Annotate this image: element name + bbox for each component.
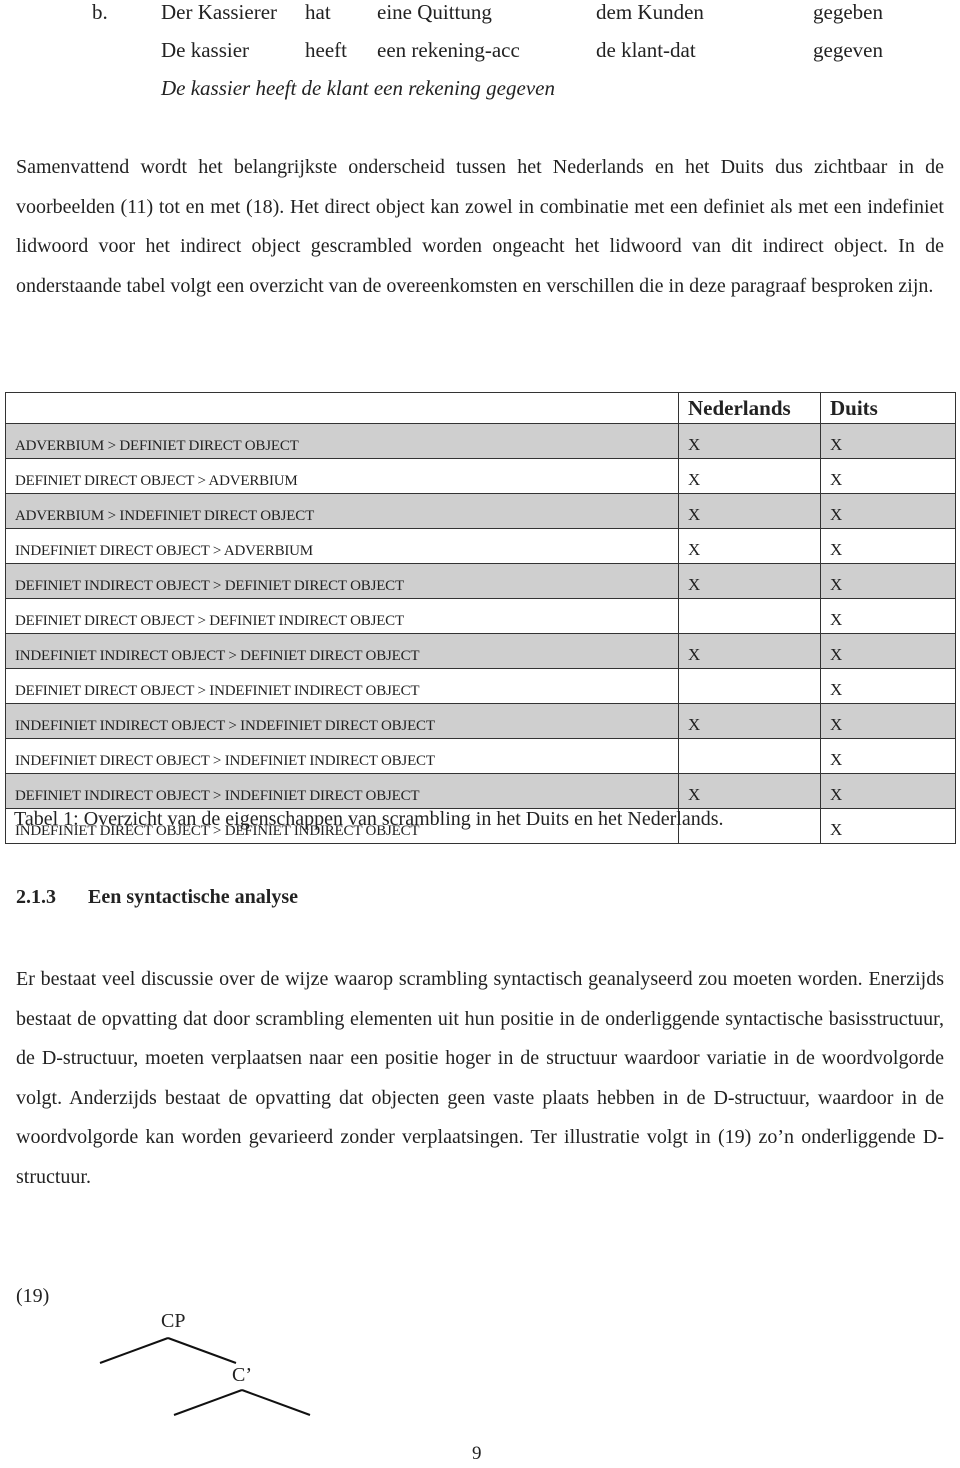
header-cell-duits: Duits bbox=[820, 392, 956, 424]
gloss-word: gegeben bbox=[813, 0, 883, 24]
paragraph-analysis: Er bestaat veel discussie over de wijze … bbox=[16, 968, 944, 1188]
duits-cell: X bbox=[820, 493, 956, 529]
row-label-cell: DEFINIET INDIRECT OBJECT > DEFINIET DIRE… bbox=[5, 563, 679, 599]
nederlands-cell: X bbox=[678, 773, 821, 809]
table-row: INDEFINIET DIRECT OBJECT > ADVERBIUM X X bbox=[5, 528, 956, 564]
row-label-cell: INDEFINIET DIRECT OBJECT > ADVERBIUM bbox=[5, 528, 679, 564]
table-header-row: Nederlands Duits bbox=[5, 392, 956, 424]
row-label-cell: INDEFINIET DIRECT OBJECT > INDEFINIET IN… bbox=[5, 738, 679, 774]
duits-cell: X bbox=[820, 703, 956, 739]
row-label-cell: INDEFINIET INDIRECT OBJECT > DEFINIET DI… bbox=[5, 633, 679, 669]
nederlands-cell: X bbox=[678, 563, 821, 599]
table-row: DEFINIET DIRECT OBJECT > INDEFINIET INDI… bbox=[5, 668, 956, 704]
nederlands-cell: X bbox=[678, 633, 821, 669]
nederlands-cell bbox=[678, 668, 821, 704]
tree-branch-cp-left bbox=[99, 1337, 169, 1364]
table-row: INDEFINIET INDIRECT OBJECT > INDEFINIET … bbox=[5, 703, 956, 739]
tree-branch-cp-right bbox=[167, 1337, 237, 1364]
gloss-word: een rekening-acc bbox=[377, 38, 520, 62]
row-label-cell: ADVERBIUM > DEFINIET DIRECT OBJECT bbox=[5, 423, 679, 459]
example-b-german-line: b. Der Kassierer hat eine Quittung dem K… bbox=[0, 0, 960, 30]
gloss-word: eine Quittung bbox=[377, 0, 492, 24]
nederlands-cell bbox=[678, 598, 821, 634]
tree-branch-cbar-right bbox=[241, 1389, 311, 1416]
example-b-translation: De kassier heeft de klant een rekening g… bbox=[0, 76, 960, 106]
paragraph-summary: Samenvattend wordt het belangrijkste ond… bbox=[16, 156, 944, 297]
nederlands-cell bbox=[678, 738, 821, 774]
table-row: INDEFINIET DIRECT OBJECT > INDEFINIET IN… bbox=[5, 738, 956, 774]
section-number: 2.1.3 bbox=[16, 886, 56, 908]
table-row: DEFINIET INDIRECT OBJECT > INDEFINIET DI… bbox=[5, 773, 956, 809]
gloss-word: Der Kassierer bbox=[161, 0, 278, 24]
table-caption: Tabel 1: Overzicht van de eigenschappen … bbox=[14, 808, 724, 830]
duits-cell: X bbox=[820, 423, 956, 459]
nederlands-cell: X bbox=[678, 493, 821, 529]
gloss-word: heeft bbox=[305, 38, 347, 62]
example-b-dutch-line: De kassier heeft een rekening-acc de kla… bbox=[0, 38, 960, 68]
section-title: Een syntactische analyse bbox=[88, 886, 298, 908]
page-number: 9 bbox=[472, 1443, 482, 1464]
duits-cell: X bbox=[820, 773, 956, 809]
duits-cell: X bbox=[820, 808, 956, 844]
example-marker: b. bbox=[92, 0, 108, 24]
section-heading: 2.1.3 Een syntactische analyse bbox=[16, 886, 298, 909]
gloss-word: dem Kunden bbox=[596, 0, 704, 24]
duits-cell: X bbox=[820, 563, 956, 599]
gloss-word: de klant-dat bbox=[596, 38, 696, 62]
gloss-word: gegeven bbox=[813, 38, 883, 62]
row-label-cell: DEFINIET DIRECT OBJECT > ADVERBIUM bbox=[5, 458, 679, 494]
duits-cell: X bbox=[820, 458, 956, 494]
table-row: DEFINIET DIRECT OBJECT > ADVERBIUM X X bbox=[5, 458, 956, 494]
comparison-table: Nederlands Duits ADVERBIUM > DEFINIET DI… bbox=[5, 392, 956, 844]
table-row: ADVERBIUM > INDEFINIET DIRECT OBJECT X X bbox=[5, 493, 956, 529]
header-cell-empty bbox=[5, 392, 679, 424]
nederlands-cell: X bbox=[678, 703, 821, 739]
row-label-cell: INDEFINIET INDIRECT OBJECT > INDEFINIET … bbox=[5, 703, 679, 739]
row-label-cell: DEFINIET DIRECT OBJECT > INDEFINIET INDI… bbox=[5, 668, 679, 704]
duits-cell: X bbox=[820, 668, 956, 704]
table-row: DEFINIET INDIRECT OBJECT > DEFINIET DIRE… bbox=[5, 563, 956, 599]
gloss-word: De kassier bbox=[161, 38, 250, 62]
row-label-cell: DEFINIET INDIRECT OBJECT > INDEFINIET DI… bbox=[5, 773, 679, 809]
header-cell-nederlands: Nederlands bbox=[678, 392, 821, 424]
row-label-cell: ADVERBIUM > INDEFINIET DIRECT OBJECT bbox=[5, 493, 679, 529]
duits-cell: X bbox=[820, 633, 956, 669]
tree-branch-cbar-left bbox=[173, 1389, 243, 1416]
duits-cell: X bbox=[820, 598, 956, 634]
gloss-word: hat bbox=[305, 0, 331, 24]
syntax-tree-diagram bbox=[99, 1337, 311, 1416]
table-row: ADVERBIUM > DEFINIET DIRECT OBJECT X X bbox=[5, 423, 956, 459]
table-row: DEFINIET DIRECT OBJECT > DEFINIET INDIRE… bbox=[5, 598, 956, 634]
translation-text: De kassier heeft de klant een rekening g… bbox=[161, 76, 555, 100]
row-label-cell: DEFINIET DIRECT OBJECT > DEFINIET INDIRE… bbox=[5, 598, 679, 634]
nederlands-cell: X bbox=[678, 528, 821, 564]
nederlands-cell: X bbox=[678, 423, 821, 459]
duits-cell: X bbox=[820, 738, 956, 774]
duits-cell: X bbox=[820, 528, 956, 564]
table-row: INDEFINIET INDIRECT OBJECT > DEFINIET DI… bbox=[5, 633, 956, 669]
nederlands-cell: X bbox=[678, 458, 821, 494]
